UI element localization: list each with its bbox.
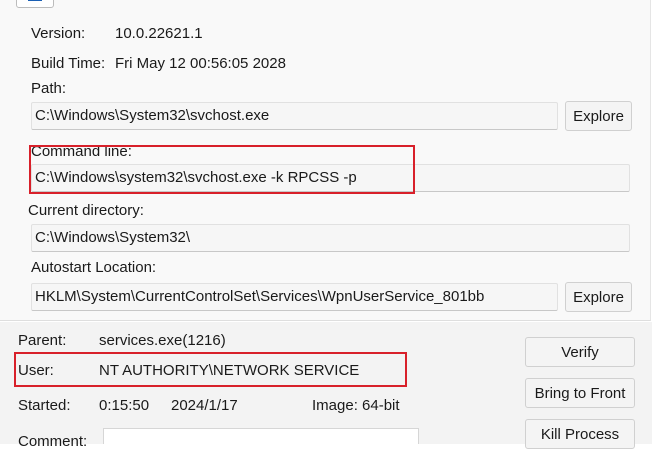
command-line-field[interactable]: C:\Windows\system32\svchost.exe -k RPCSS… <box>31 164 630 192</box>
comment-field[interactable] <box>103 428 419 444</box>
kill-process-button[interactable]: Kill Process <box>525 419 635 449</box>
build-time-value: Fri May 12 00:56:05 2028 <box>115 55 286 72</box>
process-icon <box>16 0 54 8</box>
started-date: 2024/1/17 <box>171 397 238 414</box>
current-directory-label: Current directory: <box>28 202 144 219</box>
user-value: NT AUTHORITY\NETWORK SERVICE <box>99 362 360 379</box>
path-field[interactable]: C:\Windows\System32\svchost.exe <box>31 102 558 130</box>
user-label: User: <box>18 362 54 379</box>
image-bitness: Image: 64-bit <box>312 397 400 414</box>
autostart-location-field[interactable]: HKLM\System\CurrentControlSet\Services\W… <box>31 283 558 311</box>
explore-path-button[interactable]: Explore <box>565 101 632 131</box>
command-line-label: Command line: <box>31 143 132 160</box>
autostart-location-label: Autostart Location: <box>31 259 157 276</box>
process-icon-inner <box>28 0 42 1</box>
explore-autostart-button[interactable]: Explore <box>565 282 632 312</box>
build-time-label: Build Time: <box>31 55 106 72</box>
started-label: Started: <box>18 397 71 414</box>
verify-button[interactable]: Verify <box>525 337 635 367</box>
version-value: 10.0.22621.1 <box>115 25 203 42</box>
started-time: 0:15:50 <box>99 397 150 414</box>
current-directory-field[interactable]: C:\Windows\System32\ <box>31 224 630 252</box>
parent-label: Parent: <box>18 332 67 349</box>
version-label: Version: <box>31 25 86 42</box>
path-label: Path: <box>31 80 67 97</box>
comment-label: Comment: <box>18 433 88 450</box>
parent-value: services.exe(1216) <box>99 332 226 349</box>
bring-to-front-button[interactable]: Bring to Front <box>525 378 635 408</box>
